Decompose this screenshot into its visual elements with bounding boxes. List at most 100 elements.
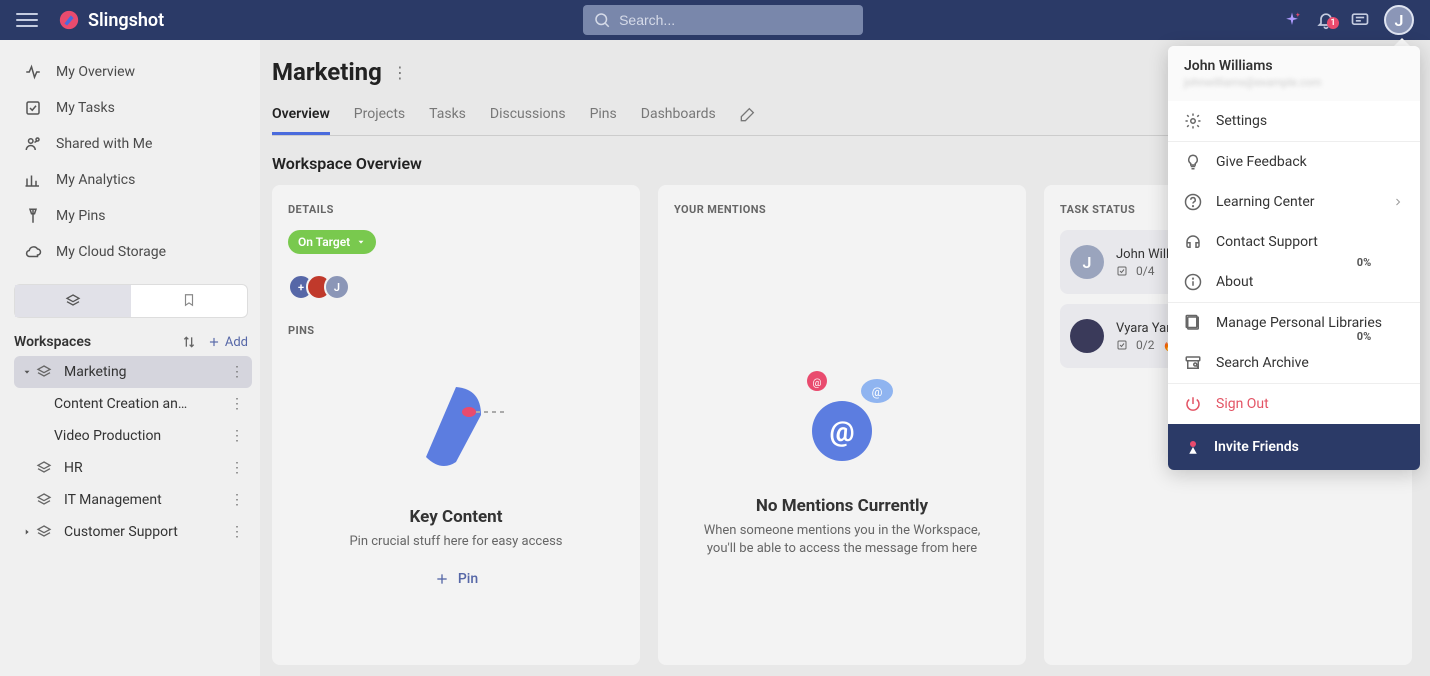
page-menu-icon[interactable]: ⋮ xyxy=(392,63,408,82)
workspace-content-creation[interactable]: Content Creation an… ⋮ xyxy=(14,388,252,420)
workspace-marketing[interactable]: Marketing ⋮ xyxy=(14,356,252,388)
tab-tasks[interactable]: Tasks xyxy=(429,98,466,135)
dropdown-user-name: John Williams xyxy=(1184,58,1404,74)
library-icon xyxy=(1184,314,1202,332)
more-icon[interactable]: ⋮ xyxy=(230,524,244,540)
layers-icon xyxy=(36,524,56,540)
brand: Slingshot xyxy=(58,9,164,31)
checklist-icon xyxy=(24,99,44,117)
chevron-down-icon xyxy=(356,237,366,247)
more-icon[interactable]: ⋮ xyxy=(230,396,244,412)
nav-my-tasks[interactable]: My Tasks xyxy=(14,90,252,126)
workspace-it[interactable]: IT Management ⋮ xyxy=(14,484,252,516)
svg-text:@: @ xyxy=(813,378,822,389)
pins-label: PINS xyxy=(288,324,624,337)
notification-badge: 1 xyxy=(1327,17,1339,29)
toggle-layers[interactable] xyxy=(15,285,131,317)
tab-dashboards[interactable]: Dashboards xyxy=(641,98,716,135)
dd-support[interactable]: Contact Support xyxy=(1168,222,1420,262)
dd-signout[interactable]: Sign Out xyxy=(1168,384,1420,424)
workspace-hr[interactable]: HR ⋮ xyxy=(14,452,252,484)
dd-feedback[interactable]: Give Feedback xyxy=(1168,142,1420,182)
info-icon xyxy=(1184,273,1202,291)
archive-icon xyxy=(1184,354,1202,372)
layers-icon xyxy=(36,492,56,508)
headset-icon xyxy=(1184,233,1202,251)
tab-overview[interactable]: Overview xyxy=(272,98,330,135)
chevron-right-icon xyxy=(1392,196,1404,208)
dd-about[interactable]: About xyxy=(1168,262,1420,302)
layers-icon xyxy=(36,364,56,380)
more-icon[interactable]: ⋮ xyxy=(230,364,244,380)
pin-icon xyxy=(24,207,44,225)
workspaces-heading: Workspaces xyxy=(14,334,91,350)
mentions-label: YOUR MENTIONS xyxy=(674,203,1010,216)
details-card: DETAILS On Target + J PINS Key Content P xyxy=(272,185,640,665)
toggle-bookmark[interactable] xyxy=(131,285,247,317)
user-dropdown: John Williams johnwilliams@example.com S… xyxy=(1168,46,1420,470)
user-avatar xyxy=(1070,319,1104,353)
lightbulb-icon xyxy=(1184,153,1202,171)
edit-tabs-icon[interactable] xyxy=(740,98,756,135)
nav-my-analytics[interactable]: My Analytics xyxy=(14,162,252,198)
mention-illustration: @ @ @ xyxy=(694,346,990,486)
more-icon[interactable]: ⋮ xyxy=(230,428,244,444)
more-icon[interactable]: ⋮ xyxy=(230,460,244,476)
pin-button[interactable]: Pin xyxy=(434,571,478,587)
mentions-empty-title: No Mentions Currently xyxy=(694,496,990,516)
dropdown-caret xyxy=(1394,38,1410,46)
nav-my-overview[interactable]: My Overview xyxy=(14,54,252,90)
tab-projects[interactable]: Projects xyxy=(354,98,405,135)
chevron-right-icon xyxy=(22,527,36,537)
power-icon xyxy=(1184,395,1202,413)
search-icon xyxy=(593,11,611,29)
pins-empty-sub: Pin crucial stuff here for easy access xyxy=(308,533,604,551)
search-input-wrap xyxy=(583,5,863,35)
mentions-empty-sub: When someone mentions you in the Workspa… xyxy=(694,522,990,558)
hamburger-menu[interactable] xyxy=(16,9,38,31)
search-input[interactable] xyxy=(583,5,863,35)
brand-label: Slingshot xyxy=(88,10,164,31)
user-avatar: J xyxy=(1070,245,1104,279)
share-icon xyxy=(24,135,44,153)
layers-icon xyxy=(36,460,56,476)
nav-my-pins[interactable]: My Pins xyxy=(14,198,252,234)
bell-icon[interactable]: 1 xyxy=(1316,10,1336,30)
add-workspace-button[interactable]: Add xyxy=(207,335,248,350)
dd-settings[interactable]: Settings xyxy=(1168,101,1420,141)
mentions-card: YOUR MENTIONS @@@ No Mentions Currently … xyxy=(658,185,1026,665)
sparkle-icon[interactable] xyxy=(1282,10,1302,30)
sort-icon[interactable] xyxy=(181,334,197,350)
more-icon[interactable]: ⋮ xyxy=(230,492,244,508)
dd-invite[interactable]: Invite Friends xyxy=(1168,424,1420,470)
dd-archive[interactable]: Search Archive xyxy=(1168,343,1420,383)
status-pill[interactable]: On Target xyxy=(288,230,376,254)
checkbox-icon xyxy=(1116,339,1128,351)
nav-my-cloud[interactable]: My Cloud Storage xyxy=(14,234,252,270)
sidebar-view-toggle xyxy=(14,284,248,318)
workspace-customer-support[interactable]: Customer Support ⋮ xyxy=(14,516,252,548)
checkbox-icon xyxy=(1116,265,1128,277)
chart-icon xyxy=(24,171,44,189)
tab-discussions[interactable]: Discussions xyxy=(490,98,566,135)
sidebar: My Overview My Tasks Shared with Me My A… xyxy=(0,40,260,676)
chevron-down-icon xyxy=(22,367,36,377)
activity-icon xyxy=(24,63,44,81)
tab-pins[interactable]: Pins xyxy=(590,98,617,135)
dd-learning[interactable]: Learning Center xyxy=(1168,182,1420,222)
details-label: DETAILS xyxy=(288,203,624,216)
svg-text:@: @ xyxy=(872,385,883,399)
svg-text:@: @ xyxy=(829,415,854,448)
help-icon xyxy=(1184,193,1202,211)
member-avatar[interactable]: J xyxy=(324,274,350,300)
avatar-menu-trigger[interactable]: J xyxy=(1384,5,1414,35)
chat-icon[interactable] xyxy=(1350,10,1370,30)
nav-shared-with-me[interactable]: Shared with Me xyxy=(14,126,252,162)
dd-libraries[interactable]: Manage Personal Libraries xyxy=(1168,303,1420,343)
page-title: Marketing xyxy=(272,58,382,86)
task-count: 0/4 xyxy=(1136,264,1154,278)
workspace-video-production[interactable]: Video Production ⋮ xyxy=(14,420,252,452)
task-count: 0/2 xyxy=(1136,338,1154,352)
brand-icon xyxy=(58,9,80,31)
pin-illustration xyxy=(308,357,604,497)
